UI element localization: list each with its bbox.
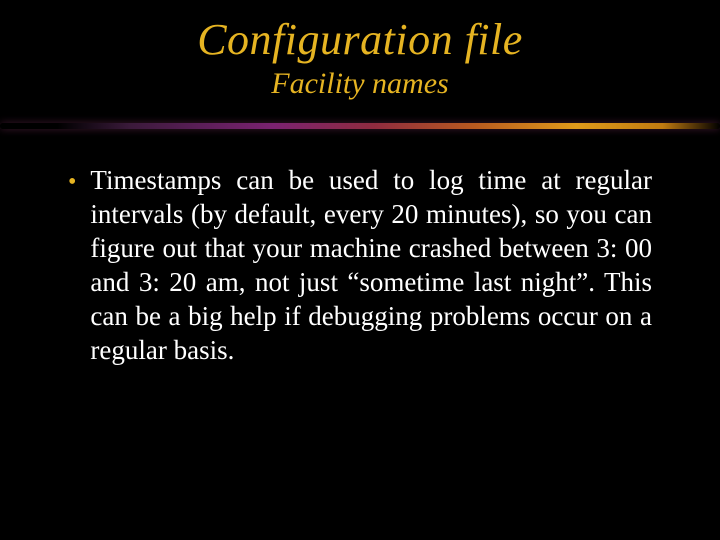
- slide-title: Configuration file: [0, 14, 720, 65]
- divider-gradient: [0, 123, 720, 129]
- content-area: • Timestamps can be used to log time at …: [0, 135, 720, 367]
- bullet-icon: •: [68, 165, 76, 199]
- body-text: Timestamps can be used to log time at re…: [90, 163, 652, 367]
- bullet-item: • Timestamps can be used to log time at …: [68, 163, 652, 367]
- slide-subtitle: Facility names: [0, 67, 720, 101]
- slide: Configuration file Facility names • Time…: [0, 14, 720, 540]
- divider: [0, 119, 720, 135]
